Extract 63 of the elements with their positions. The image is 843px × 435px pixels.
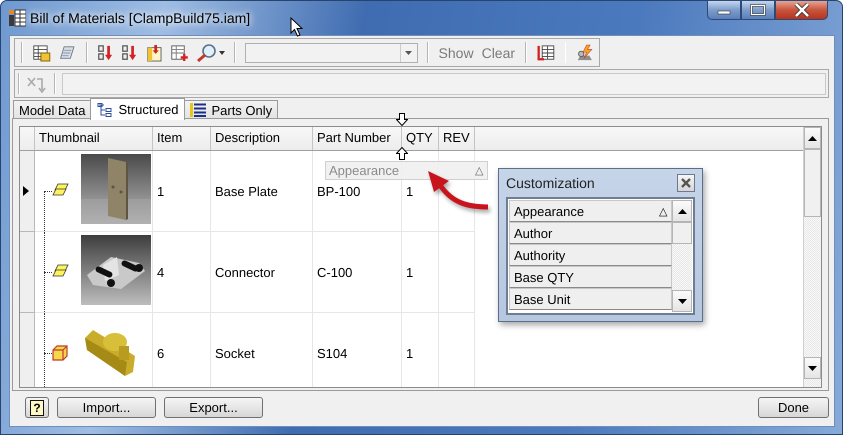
drop-marker-icon [396, 147, 408, 160]
column-header[interactable]: Thumbnail [35, 127, 153, 150]
help-button[interactable]: ? [25, 397, 49, 418]
tab[interactable]: Model Data [13, 100, 92, 119]
scroll-thumb[interactable] [672, 222, 692, 244]
part-number-cell: C-100 [313, 232, 402, 313]
down-arrow-icon [678, 298, 686, 304]
table-add-icon[interactable] [170, 42, 190, 62]
up-arrow-icon [678, 208, 686, 214]
caret-icon[interactable] [218, 50, 225, 54]
scroll-up-button[interactable] [672, 200, 692, 222]
list-icon [190, 103, 206, 117]
field-item[interactable]: Appearance △ [509, 200, 672, 222]
close-icon [680, 177, 692, 189]
description-cell: Socket [211, 313, 313, 387]
scroll-down-button[interactable] [804, 357, 821, 379]
sort-mark: △ [659, 204, 667, 218]
sort-mark: △ [475, 164, 483, 177]
export-button[interactable]: Export... [164, 397, 263, 418]
grid-arrow-icon[interactable] [536, 42, 556, 62]
item-cell: 4 [153, 232, 211, 313]
maximize-icon [750, 4, 766, 16]
table-save-icon[interactable] [32, 42, 52, 62]
column-header[interactable]: Item [153, 127, 211, 150]
search-icon[interactable] [196, 42, 218, 62]
field-item[interactable]: Author [509, 222, 672, 244]
maximize-button[interactable] [741, 0, 775, 20]
scroll-down-button[interactable] [672, 290, 692, 312]
scroll-up-button[interactable] [804, 127, 821, 149]
minimize-button[interactable] [707, 0, 741, 20]
sort-down-icon[interactable] [120, 42, 139, 62]
description-cell: Connector [211, 232, 313, 313]
tree-icon [97, 102, 114, 116]
lightning-icon[interactable] [575, 42, 596, 62]
qty-cell: 1 [402, 313, 439, 387]
item-cell: 1 [153, 151, 211, 232]
column-header[interactable]: REV [439, 127, 475, 150]
sort-down-icon[interactable] [96, 42, 115, 62]
close-icon [794, 3, 810, 17]
dialog-title: Customization [506, 175, 595, 191]
qty-cell: 1 [402, 232, 439, 313]
down-arrow-icon [808, 366, 817, 370]
field-item[interactable]: Base QTY [509, 266, 672, 288]
formula-field[interactable] [62, 72, 826, 94]
item-cell: 6 [153, 313, 211, 387]
pointer-icon [290, 17, 303, 37]
up-arrow-icon [808, 136, 817, 140]
import-button[interactable]: Import... [57, 397, 156, 418]
field-item[interactable]: Authority [509, 244, 672, 266]
clipboard-icon[interactable] [144, 42, 164, 62]
header-label: Appearance [329, 163, 400, 178]
field-item[interactable]: Base Unit [509, 288, 672, 310]
close-button[interactable] [677, 174, 695, 192]
column-header[interactable]: Description [211, 127, 313, 150]
tab[interactable]: Structured [90, 98, 186, 120]
part-number-cell: S104 [313, 313, 402, 387]
window-title: Bill of Materials [ClampBuild75.iam] [30, 10, 250, 26]
tab[interactable]: Parts Only [184, 100, 278, 119]
done-button[interactable]: Done [758, 397, 829, 418]
scroll-thumb[interactable] [804, 149, 821, 217]
description-cell: Base Plate [211, 151, 313, 232]
close-button[interactable] [775, 0, 828, 20]
row-header[interactable] [20, 151, 35, 232]
